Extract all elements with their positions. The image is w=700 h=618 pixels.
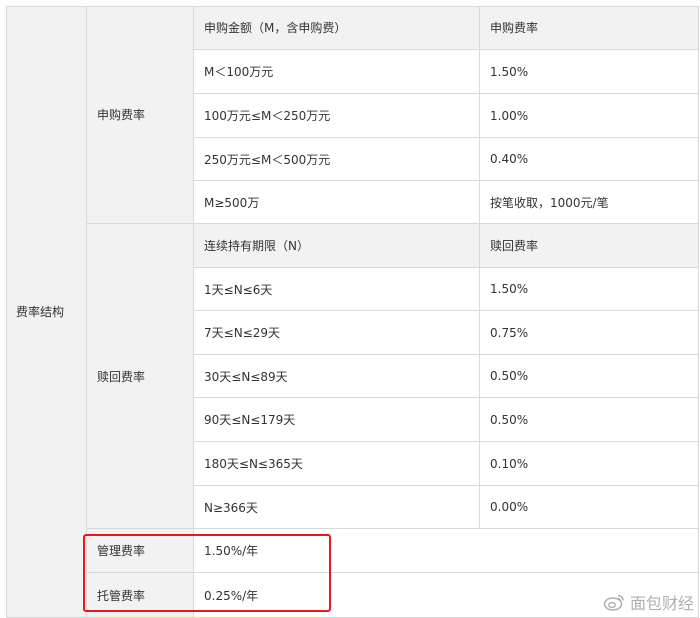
redemption-row-range: 30天≤N≤89天	[194, 355, 480, 398]
redemption-row-rate: 0.10%	[480, 442, 699, 486]
redemption-header-rate: 赎回费率	[480, 224, 699, 268]
subscription-row-rate: 按笔收取，1000元/笔	[480, 181, 699, 224]
redemption-row-rate: 0.75%	[480, 311, 699, 355]
redemption-row-rate: 1.50%	[480, 268, 699, 311]
management-fee-value: 1.50%/年	[194, 529, 699, 573]
redemption-row-range: N≥366天	[194, 486, 480, 529]
subscription-row-range: 250万元≤M＜500万元	[194, 138, 480, 181]
redemption-row-rate: 0.00%	[480, 486, 699, 529]
redemption-row-rate: 0.50%	[480, 398, 699, 442]
subscription-row-rate: 1.50%	[480, 50, 699, 94]
watermark-text: 面包财经	[629, 594, 694, 613]
redemption-row-rate: 0.50%	[480, 355, 699, 398]
watermark: 面包财经	[603, 590, 694, 614]
subscription-header-amount: 申购金额（M，含申购费）	[194, 6, 480, 50]
fee-structure-label: 费率结构	[6, 6, 87, 618]
subscription-row-range: M≥500万	[194, 181, 480, 224]
subscription-row-range: M＜100万元	[194, 50, 480, 94]
redemption-header-period: 连续持有期限（N）	[194, 224, 480, 268]
subscription-row-range: 100万元≤M＜250万元	[194, 94, 480, 138]
subscription-row-rate: 0.40%	[480, 138, 699, 181]
weibo-icon	[603, 593, 625, 611]
redemption-row-range: 7天≤N≤29天	[194, 311, 480, 355]
redemption-row-range: 1天≤N≤6天	[194, 268, 480, 311]
redemption-row-range: 180天≤N≤365天	[194, 442, 480, 486]
redemption-fee-label: 赎回费率	[87, 224, 194, 529]
subscription-fee-label: 申购费率	[87, 6, 194, 224]
custody-fee-label: 托管费率	[87, 573, 194, 618]
redemption-row-range: 90天≤N≤179天	[194, 398, 480, 442]
management-fee-label: 管理费率	[87, 529, 194, 573]
subscription-row-rate: 1.00%	[480, 94, 699, 138]
subscription-header-rate: 申购费率	[480, 6, 699, 50]
